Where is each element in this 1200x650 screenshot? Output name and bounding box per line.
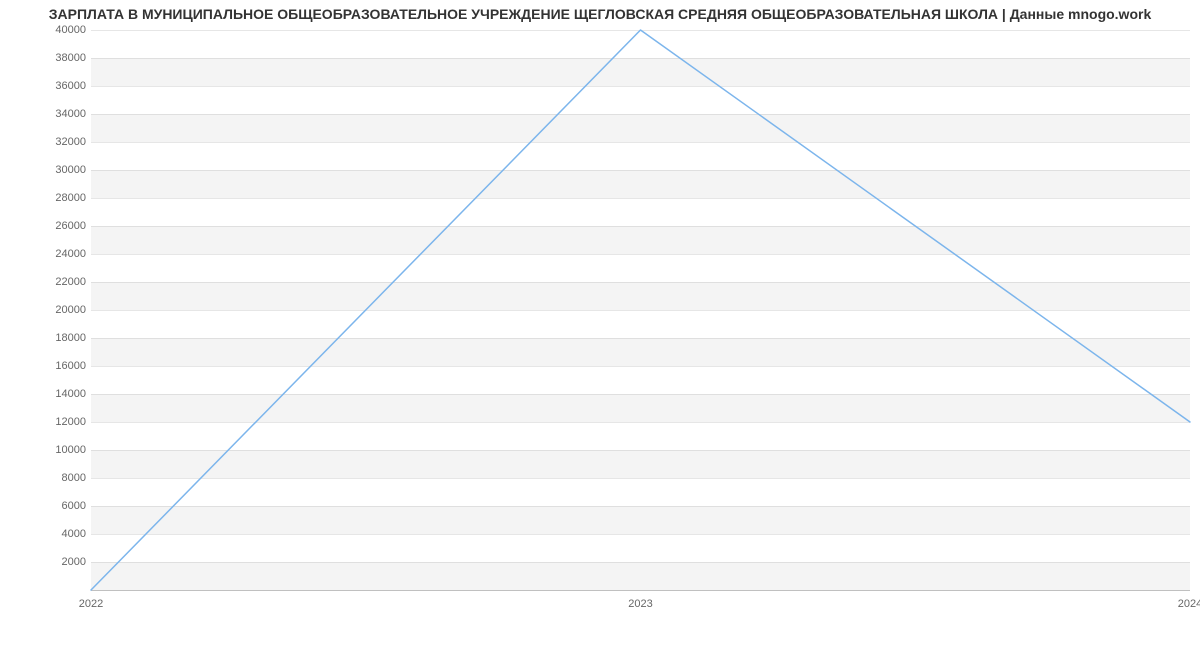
y-tick-label: 20000 [6,304,86,316]
y-tick-label: 16000 [6,360,86,372]
x-tick-label: 2023 [628,598,652,610]
y-tick-label: 32000 [6,136,86,148]
y-tick-label: 22000 [6,276,86,288]
line-series [91,30,1190,590]
y-tick-label: 4000 [6,528,86,540]
x-tick-label: 2024 [1178,598,1200,610]
y-tick-label: 30000 [6,164,86,176]
y-tick-label: 2000 [6,556,86,568]
y-tick-label: 40000 [6,24,86,36]
y-tick-label: 36000 [6,80,86,92]
plot-area [91,30,1190,591]
y-tick-label: 26000 [6,220,86,232]
y-tick-label: 24000 [6,248,86,260]
y-tick-label: 14000 [6,388,86,400]
y-tick-label: 38000 [6,52,86,64]
y-tick-label: 34000 [6,108,86,120]
y-tick-label: 28000 [6,192,86,204]
y-tick-label: 12000 [6,416,86,428]
y-tick-label: 10000 [6,444,86,456]
y-tick-label: 8000 [6,472,86,484]
chart-title: ЗАРПЛАТА В МУНИЦИПАЛЬНОЕ ОБЩЕОБРАЗОВАТЕЛ… [0,6,1200,22]
series-path [91,30,1190,590]
y-tick-label: 6000 [6,500,86,512]
y-tick-label: 18000 [6,332,86,344]
salary-line-chart: ЗАРПЛАТА В МУНИЦИПАЛЬНОЕ ОБЩЕОБРАЗОВАТЕЛ… [0,0,1200,650]
x-tick-label: 2022 [79,598,103,610]
